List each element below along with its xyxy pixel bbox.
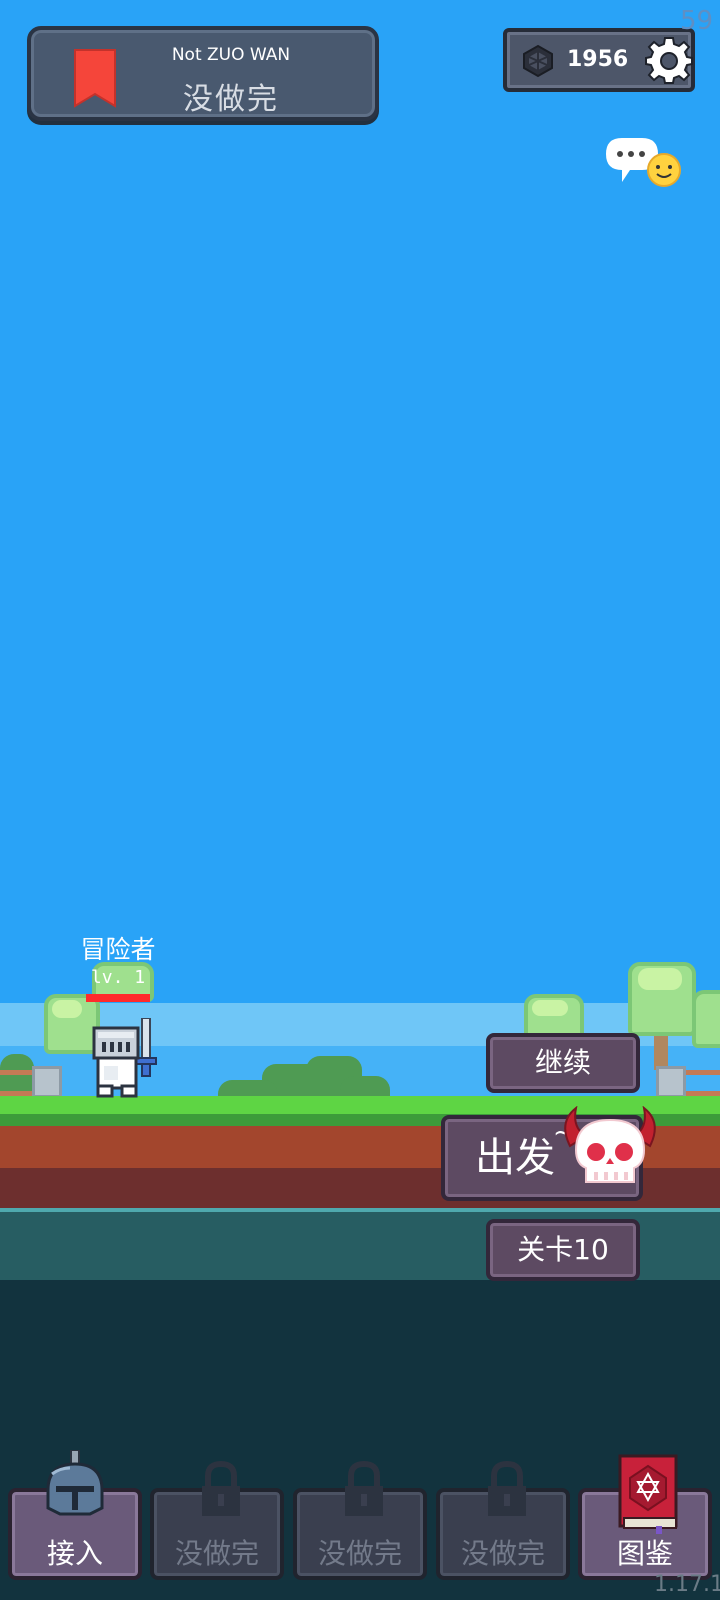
hero-hp-fill [86, 994, 150, 1002]
gravestone [656, 1066, 686, 1098]
helmet-icon [46, 1450, 104, 1516]
bush [340, 1076, 390, 1098]
currency-panel: 1956 [503, 28, 695, 92]
hero-hp-bar [86, 994, 150, 1002]
tab-label: 没做完 [460, 1537, 545, 1570]
title-english: Not ZUO WAN [171, 45, 291, 65]
tab-locked-3[interactable]: 没做完 [436, 1460, 570, 1580]
gear-icon[interactable] [645, 36, 693, 84]
hero-level: lv. 1 [90, 967, 146, 988]
gem-icon [523, 44, 553, 78]
fps-counter: 59 [680, 6, 714, 36]
tab-label: 没做完 [174, 1537, 259, 1570]
lock-icon [488, 1460, 526, 1516]
tab-label: 接入 [46, 1537, 103, 1570]
tab-label: 没做完 [317, 1537, 402, 1570]
version-label: 1.17.1 [654, 1572, 720, 1597]
tab-label: 图鉴 [616, 1537, 673, 1570]
chat-bubble-icon[interactable] [600, 134, 684, 194]
tab-codex[interactable]: 图鉴 [578, 1454, 712, 1580]
tab-locked-1[interactable]: 没做完 [150, 1460, 284, 1580]
lock-icon [345, 1460, 383, 1516]
knight-hero-sprite[interactable] [84, 1018, 164, 1098]
water-surface [0, 1208, 720, 1212]
hero-name: 冒险者 [80, 935, 156, 964]
stage-selector-button[interactable]: 关卡10 [486, 1219, 640, 1281]
fence [0, 1070, 36, 1096]
title-chinese: 没做完 [183, 82, 279, 117]
lock-icon [202, 1460, 240, 1516]
skull-icon [564, 1106, 656, 1183]
tab-join[interactable]: 接入 [8, 1450, 142, 1580]
bookmark-icon [74, 49, 116, 108]
continue-button[interactable]: 继续 [486, 1033, 640, 1093]
spellbook-icon [618, 1454, 678, 1534]
save-title-card[interactable]: Not ZUO WAN 没做完 [27, 26, 379, 121]
tab-locked-2[interactable]: 没做完 [293, 1460, 427, 1580]
gem-count: 1956 [567, 47, 629, 72]
gravestone [32, 1066, 62, 1098]
